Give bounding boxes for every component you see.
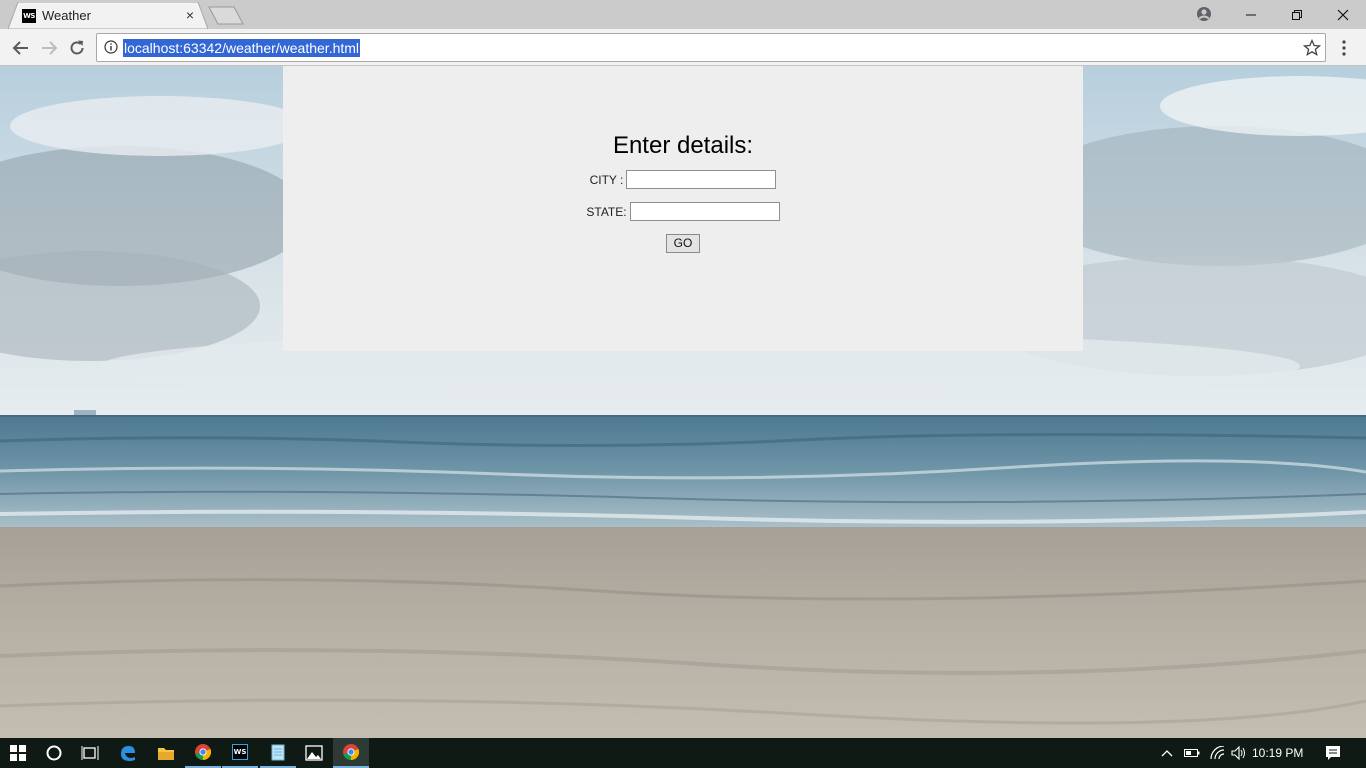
webstorm-favicon-icon: WS <box>22 9 36 23</box>
photos-taskbar-button[interactable] <box>296 738 332 768</box>
restore-button[interactable] <box>1274 0 1320 29</box>
close-icon <box>1337 9 1349 20</box>
notepad-taskbar-button[interactable] <box>260 738 296 768</box>
tab-title: Weather <box>42 8 91 23</box>
edge-taskbar-button[interactable] <box>110 738 146 768</box>
chrome-taskbar-button[interactable] <box>185 738 221 768</box>
back-button[interactable] <box>10 37 32 59</box>
task-view-button[interactable] <box>72 738 108 768</box>
chrome-icon <box>195 744 212 761</box>
windows-start-icon <box>10 745 26 761</box>
city-input[interactable] <box>626 170 777 189</box>
webstorm-taskbar-button[interactable]: WS <box>222 738 258 768</box>
taskbar-clock[interactable]: 10:19 PM <box>1252 738 1303 768</box>
go-button[interactable]: GO <box>666 234 700 253</box>
webstorm-icon: WS <box>232 744 248 760</box>
browser-title-bar: WS Weather × <box>0 0 1366 29</box>
chrome-icon <box>343 744 360 761</box>
bookmark-star-icon[interactable] <box>1302 38 1322 57</box>
browser-toolbar: localhost:63342/weather/weather.html <box>0 29 1366 66</box>
url-text[interactable]: localhost:63342/weather/weather.html <box>123 39 361 57</box>
profile-icon[interactable] <box>1196 6 1212 22</box>
task-view-icon <box>81 746 99 760</box>
show-hidden-icons-chevron-up-icon[interactable] <box>1159 745 1175 761</box>
photos-icon <box>305 745 323 761</box>
state-input[interactable] <box>629 202 780 221</box>
page-viewport: Enter details: CITY : STATE: GO <box>0 66 1366 738</box>
cortana-icon <box>46 745 62 761</box>
info-icon[interactable] <box>104 40 118 54</box>
start-button[interactable] <box>0 738 36 768</box>
city-label: CITY : <box>589 172 624 187</box>
page-title: Enter details: <box>612 132 754 159</box>
tab-close-icon[interactable]: × <box>182 7 198 23</box>
action-center-notification-icon[interactable] <box>1325 745 1341 761</box>
arrow-right-icon <box>42 41 58 55</box>
city-row: CITY : <box>283 170 1083 189</box>
minimize-icon <box>1246 14 1256 15</box>
reload-button[interactable] <box>66 37 88 59</box>
form-panel: Enter details: CITY : STATE: GO <box>283 66 1083 351</box>
forward-button[interactable] <box>38 37 60 59</box>
edge-icon <box>121 746 135 761</box>
battery-icon[interactable] <box>1184 745 1200 761</box>
notepad-icon <box>271 744 285 761</box>
chrome-active-taskbar-button[interactable] <box>333 738 369 768</box>
tab-weather[interactable]: WS Weather × <box>8 2 208 29</box>
wifi-icon[interactable] <box>1209 745 1225 761</box>
tab-shape <box>8 2 208 29</box>
volume-icon[interactable] <box>1231 745 1247 761</box>
file-explorer-taskbar-button[interactable] <box>148 738 184 768</box>
restore-icon <box>1292 9 1302 20</box>
arrow-left-icon <box>12 41 28 55</box>
address-bar[interactable]: localhost:63342/weather/weather.html <box>96 33 1326 62</box>
state-label: STATE: <box>586 204 627 219</box>
close-window-button[interactable] <box>1320 0 1366 29</box>
minimize-button[interactable] <box>1228 0 1274 29</box>
windows-taskbar: WS 10:19 PM <box>0 738 1366 768</box>
state-row: STATE: <box>283 202 1083 221</box>
new-tab-button[interactable] <box>208 6 244 25</box>
menu-kebab-icon[interactable] <box>1336 37 1352 59</box>
file-explorer-icon <box>158 748 174 760</box>
cortana-button[interactable] <box>36 738 72 768</box>
reload-icon <box>70 40 84 55</box>
